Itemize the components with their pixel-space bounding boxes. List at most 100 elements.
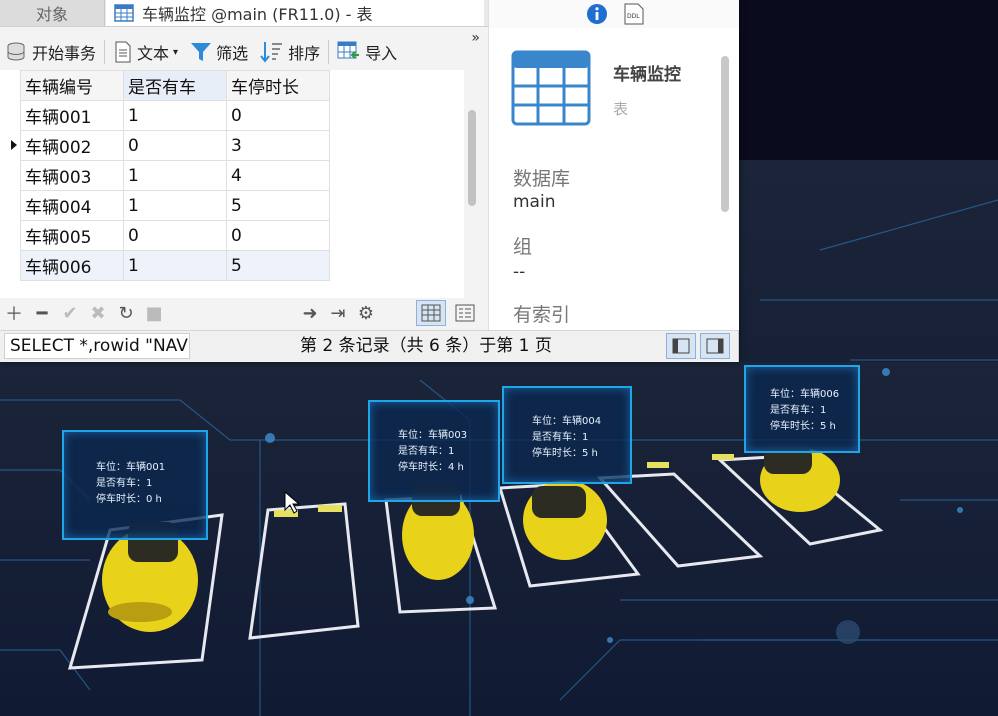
toolbar-divider bbox=[328, 40, 330, 64]
cell[interactable]: 0 bbox=[123, 130, 227, 161]
card-duration: 停车时长：4 h bbox=[398, 462, 464, 473]
scrollbar-thumb[interactable] bbox=[468, 110, 476, 206]
sql-preview[interactable]: SELECT *,rowid "NAV bbox=[4, 333, 190, 359]
record-status: 第 2 条记录（共 6 条）于第 1 页 bbox=[300, 336, 552, 356]
filter-icon bbox=[191, 43, 212, 61]
info-icon[interactable] bbox=[585, 2, 609, 26]
cell[interactable]: 车辆004 bbox=[20, 190, 124, 221]
begin-transaction-button[interactable]: 开始事务 bbox=[0, 37, 102, 67]
info-panel-header: DDL bbox=[489, 0, 739, 28]
tab-objects[interactable]: 对象 bbox=[0, 0, 105, 26]
info-scrollbar[interactable] bbox=[721, 56, 729, 212]
toolbar-divider bbox=[104, 40, 106, 64]
table-row[interactable]: 车辆004 1 5 bbox=[20, 190, 330, 221]
form-view-icon bbox=[455, 304, 475, 322]
stop-icon[interactable]: ■ bbox=[140, 299, 168, 327]
table-row[interactable]: 车辆001 1 0 bbox=[20, 100, 330, 131]
cell[interactable]: 0 bbox=[226, 100, 330, 131]
last-arrow-icon[interactable]: ⇥ bbox=[324, 299, 352, 327]
column-header[interactable]: 车停时长 bbox=[226, 70, 330, 101]
vehicle-card-003: 车位：车辆003 是否有车：1 停车时长：4 h bbox=[368, 400, 500, 502]
card-slot: 车位：车辆001 bbox=[96, 462, 166, 473]
filter-button[interactable]: 筛选 bbox=[184, 37, 254, 67]
cell[interactable]: 1 bbox=[123, 100, 227, 131]
cell[interactable]: 1 bbox=[123, 250, 227, 281]
cell[interactable]: 车辆005 bbox=[20, 220, 124, 251]
cell[interactable]: 车辆001 bbox=[20, 100, 124, 131]
toggle-right-panel-button[interactable] bbox=[700, 333, 730, 359]
cell[interactable]: 5 bbox=[226, 190, 330, 221]
ddl-icon[interactable]: DDL bbox=[623, 2, 645, 26]
sort-icon bbox=[260, 42, 283, 63]
text-label: 文本 bbox=[137, 44, 170, 63]
table-large-icon bbox=[511, 50, 591, 126]
header-row: 车辆编号 是否有车 车停时长 bbox=[20, 70, 330, 101]
cell[interactable]: 4 bbox=[226, 160, 330, 191]
cell[interactable]: 车辆002 bbox=[20, 130, 124, 161]
grid-scrollbar[interactable] bbox=[464, 70, 480, 298]
svg-text:DDL: DDL bbox=[627, 13, 640, 20]
cell[interactable]: 1 bbox=[123, 160, 227, 191]
card-occupied: 是否有车：1 bbox=[96, 478, 153, 489]
group-value: -- bbox=[513, 262, 526, 282]
tab-bar: 对象 车辆监控 @main (FR11.0) - 表 bbox=[0, 0, 488, 27]
sort-button[interactable]: 排序 bbox=[254, 37, 326, 67]
refresh-icon[interactable]: ↻ bbox=[112, 299, 140, 327]
cell[interactable]: 0 bbox=[123, 220, 227, 251]
tab-table[interactable]: 车辆监控 @main (FR11.0) - 表 bbox=[106, 0, 484, 26]
apply-check-icon[interactable]: ✔ bbox=[56, 299, 84, 327]
card-occupied: 是否有车：1 bbox=[398, 446, 455, 457]
chevron-down-icon: ▾ bbox=[173, 46, 179, 58]
document-icon bbox=[115, 41, 131, 63]
table-row[interactable]: 车辆003 1 4 bbox=[20, 160, 330, 191]
sort-label: 排序 bbox=[288, 44, 321, 63]
table-row[interactable]: 车辆006 1 5 bbox=[20, 250, 330, 281]
group-label: 组 bbox=[513, 236, 533, 258]
begin-transaction-label: 开始事务 bbox=[32, 44, 97, 63]
import-icon bbox=[337, 41, 360, 59]
status-bar: SELECT *,rowid "NAV 第 2 条记录（共 6 条）于第 1 页 bbox=[0, 330, 738, 361]
current-row-marker bbox=[0, 130, 20, 160]
cell[interactable]: 车辆003 bbox=[20, 160, 124, 191]
cell[interactable]: 车辆006 bbox=[20, 250, 124, 281]
vehicle-card-001: 车位：车辆001 是否有车：1 停车时长：0 h bbox=[62, 430, 208, 540]
add-record-icon[interactable]: ＋ bbox=[0, 299, 28, 327]
import-label: 导入 bbox=[365, 44, 398, 63]
vehicle-card-004: 车位：车辆004 是否有车：1 停车时长：5 h bbox=[502, 386, 632, 484]
form-view-button[interactable] bbox=[450, 300, 480, 326]
cancel-x-icon[interactable]: ✖ bbox=[84, 299, 112, 327]
info-panel: DDL 车辆监控 表 数据库 main 组 -- 有索引 bbox=[488, 0, 739, 330]
next-arrow-icon[interactable]: ➜ bbox=[296, 299, 324, 327]
text-button[interactable]: 文本 ▾ bbox=[107, 37, 184, 67]
card-duration: 停车时长：0 h bbox=[96, 494, 162, 505]
record-nav-bar: ＋ ━ ✔ ✖ ↻ ■ ➜ ⇥ ⚙ bbox=[0, 298, 488, 328]
column-header[interactable]: 是否有车 bbox=[123, 70, 227, 101]
has-index-label: 有索引 bbox=[513, 304, 571, 326]
toggle-left-panel-button[interactable] bbox=[666, 333, 696, 359]
grid-view-button[interactable] bbox=[416, 300, 446, 326]
cell[interactable]: 3 bbox=[226, 130, 330, 161]
table-row[interactable]: 车辆005 0 0 bbox=[20, 220, 330, 251]
table-window: 对象 车辆监控 @main (FR11.0) - 表 开始事务 文本 ▾ 筛选 … bbox=[0, 0, 739, 362]
database-label: 数据库 bbox=[513, 168, 571, 190]
delete-record-icon[interactable]: ━ bbox=[28, 299, 56, 327]
toolbar-overflow-button[interactable]: » bbox=[471, 30, 480, 46]
toolbar: 开始事务 文本 ▾ 筛选 排序 导入 » bbox=[0, 30, 488, 70]
card-duration: 停车时长：5 h bbox=[770, 421, 836, 432]
table-row[interactable]: 车辆002 0 3 bbox=[20, 130, 330, 161]
card-slot: 车位：车辆004 bbox=[532, 416, 602, 427]
gear-icon[interactable]: ⚙ bbox=[352, 299, 380, 327]
cell[interactable]: 1 bbox=[123, 190, 227, 221]
filter-label: 筛选 bbox=[216, 44, 249, 63]
card-occupied: 是否有车：1 bbox=[770, 405, 827, 416]
column-header[interactable]: 车辆编号 bbox=[20, 70, 124, 101]
info-subtitle: 表 bbox=[613, 100, 629, 118]
cell[interactable]: 0 bbox=[226, 220, 330, 251]
database-value: main bbox=[513, 192, 556, 212]
import-button[interactable]: 导入 bbox=[331, 37, 403, 67]
car-004 bbox=[523, 480, 607, 560]
card-occupied: 是否有车：1 bbox=[532, 432, 589, 443]
cell[interactable]: 5 bbox=[226, 250, 330, 281]
card-slot: 车位：车辆006 bbox=[770, 389, 840, 400]
info-title: 车辆监控 bbox=[613, 65, 681, 85]
